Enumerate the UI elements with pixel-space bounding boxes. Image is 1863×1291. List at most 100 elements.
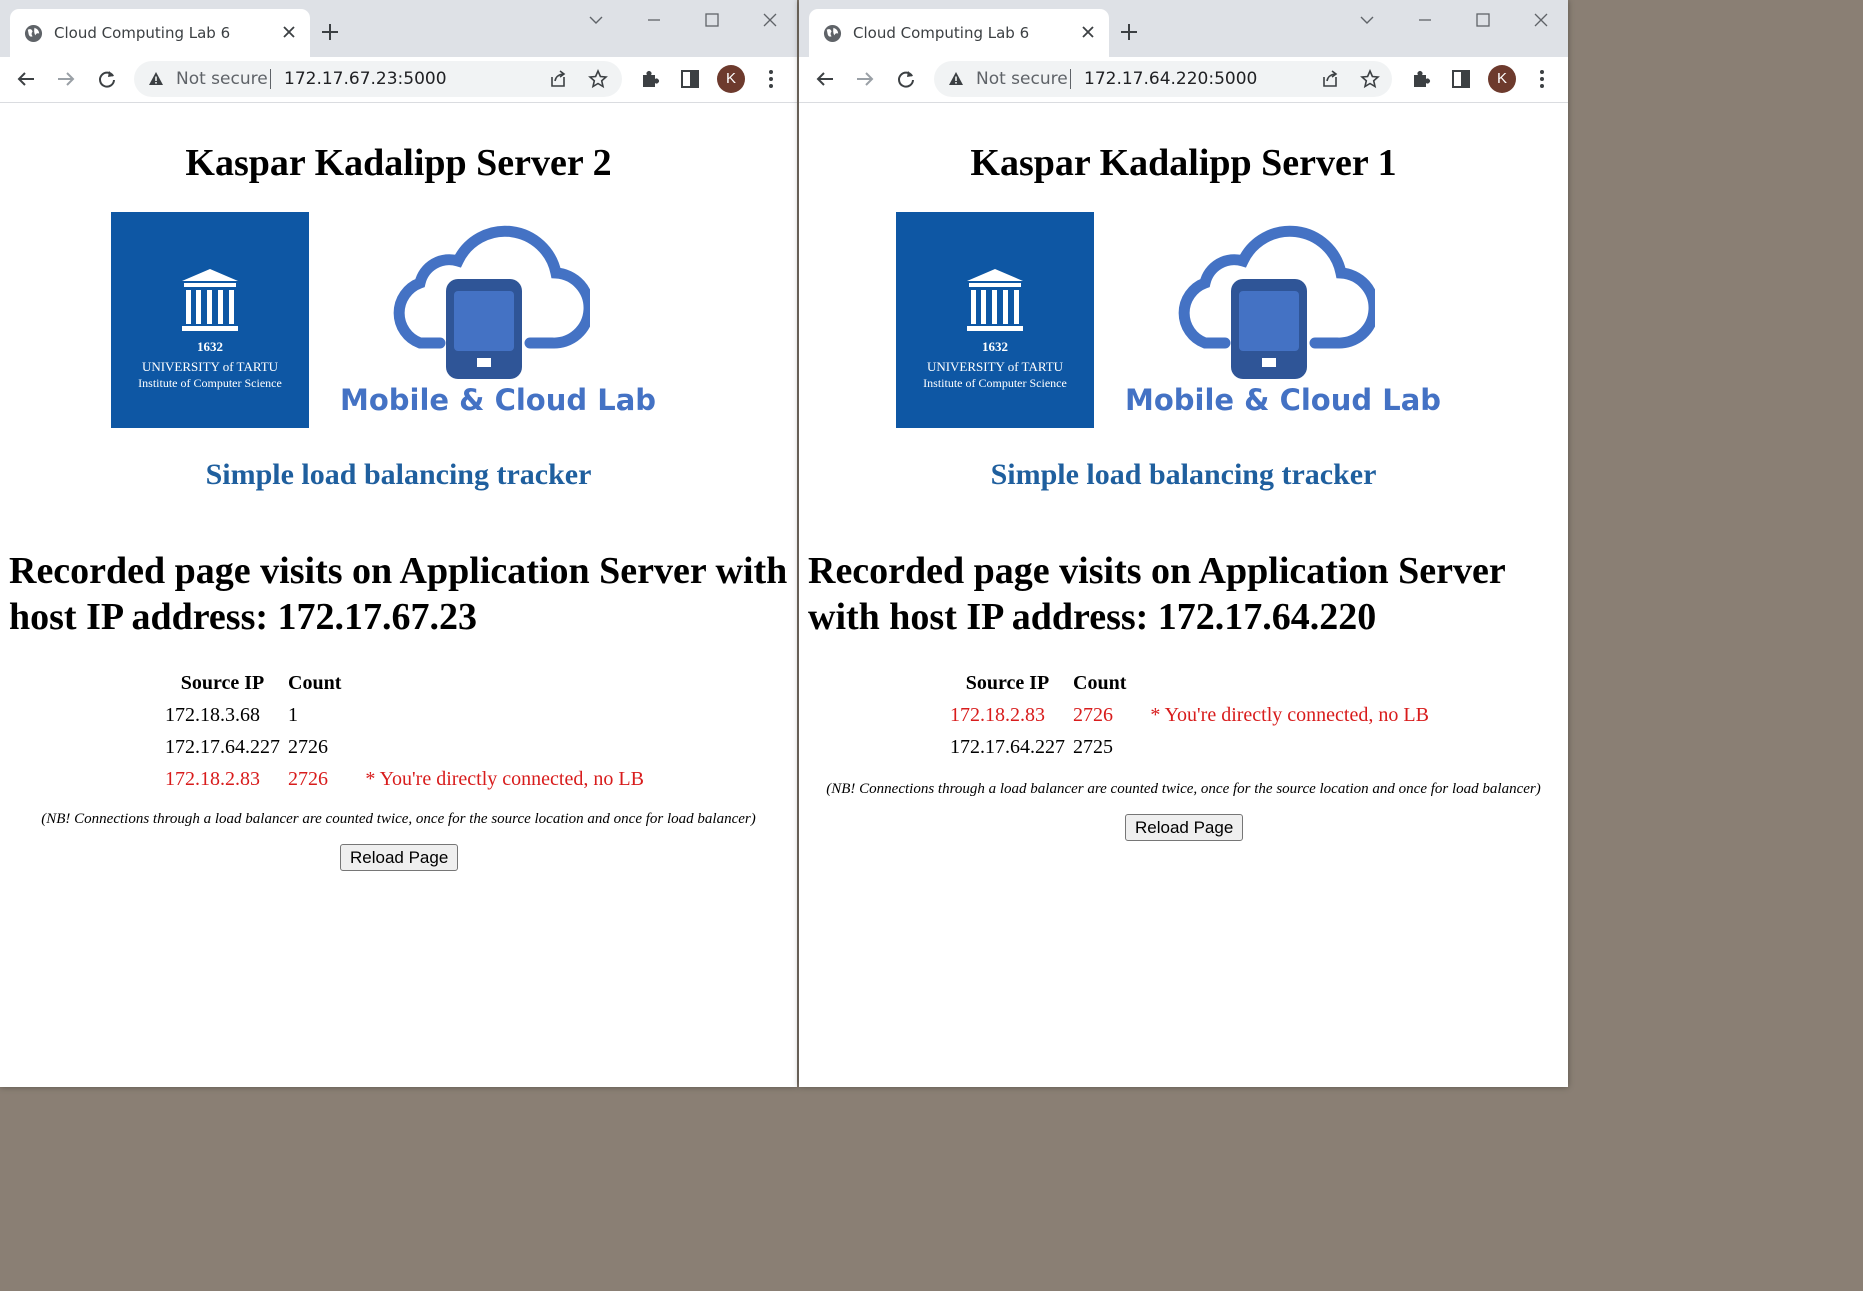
bookmark-star-icon[interactable] xyxy=(1360,69,1380,89)
browser-window-right: Cloud Computing Lab 6 Not secure 172.17.… xyxy=(799,0,1568,1087)
row-ip: 172.17.64.227 xyxy=(950,736,1065,758)
divider xyxy=(1070,69,1071,89)
minimize-icon[interactable] xyxy=(1417,12,1433,28)
url-text[interactable]: 172.17.67.23:5000 xyxy=(284,69,447,89)
reload-page-button[interactable]: Reload Page xyxy=(340,844,459,871)
university-of-tartu-logo: 1632 UNIVERSITY of TARTU Institute of Co… xyxy=(896,212,1094,428)
address-bar[interactable]: Not secure 172.17.64.220:5000 xyxy=(934,61,1392,97)
logo-year: 1632 xyxy=(197,339,223,354)
row-count: 2726 xyxy=(288,736,328,758)
visits-table: Source IP Count 172.18.2.83 2726 * You'r… xyxy=(946,671,1433,765)
back-arrow-icon[interactable] xyxy=(814,68,836,90)
row-ip: 172.18.3.68 xyxy=(165,704,260,726)
tab-strip: Cloud Computing Lab 6 xyxy=(0,0,797,57)
divider xyxy=(270,69,271,89)
page-subtitle: Simple load balancing tracker xyxy=(990,458,1377,491)
reload-page-button[interactable]: Reload Page xyxy=(1125,814,1244,841)
bookmark-star-icon[interactable] xyxy=(588,69,608,89)
minimize-icon[interactable] xyxy=(646,12,662,28)
new-tab-icon[interactable] xyxy=(1119,22,1139,42)
globe-icon xyxy=(823,24,842,43)
tab-title: Cloud Computing Lab 6 xyxy=(853,24,1030,42)
profile-avatar[interactable]: K xyxy=(717,65,745,93)
logo-year: 1632 xyxy=(982,339,1008,354)
row-ip: 172.18.2.83 xyxy=(165,768,260,790)
row-count: 2726 xyxy=(288,768,328,790)
cloud-phone-icon xyxy=(1178,225,1375,379)
row-note xyxy=(1130,733,1433,765)
cloud-phone-icon xyxy=(393,225,590,379)
logo-university-name: UNIVERSITY of TARTU xyxy=(141,359,279,374)
browser-window-left: Cloud Computing Lab 6 Not secure 172.17.… xyxy=(0,0,797,1087)
share-icon[interactable] xyxy=(1320,69,1340,89)
header-note xyxy=(345,671,648,701)
university-of-tartu-logo: 1632 UNIVERSITY of TARTU Institute of Co… xyxy=(111,212,309,428)
share-icon[interactable] xyxy=(548,69,568,89)
nb-note: (NB! Connections through a load balancer… xyxy=(826,781,1541,797)
url-text[interactable]: 172.17.64.220:5000 xyxy=(1084,69,1257,89)
table-row: 172.17.64.227 2726 xyxy=(161,733,648,765)
extensions-puzzle-icon[interactable] xyxy=(639,68,661,90)
table-header-row: Source IP Count xyxy=(946,671,1433,701)
close-window-icon[interactable] xyxy=(1533,12,1549,28)
header-count: Count xyxy=(288,672,342,694)
row-note: * You're directly connected, no LB xyxy=(365,768,644,790)
row-count: 2725 xyxy=(1073,736,1113,758)
not-secure-label[interactable]: Not secure xyxy=(976,69,1068,89)
maximize-icon[interactable] xyxy=(704,12,720,28)
mcl-logo-text: Mobile & Cloud Lab xyxy=(1125,383,1442,417)
header-note xyxy=(1130,671,1433,701)
row-ip: 172.17.64.227 xyxy=(165,736,280,758)
warning-triangle-icon[interactable] xyxy=(148,71,164,87)
close-tab-icon[interactable] xyxy=(1081,25,1095,39)
warning-triangle-icon[interactable] xyxy=(948,71,964,87)
page-subtitle: Simple load balancing tracker xyxy=(205,458,592,491)
not-secure-label[interactable]: Not secure xyxy=(176,69,268,89)
reload-icon[interactable] xyxy=(895,68,917,90)
forward-arrow-icon[interactable] xyxy=(854,68,876,90)
menu-kebab-icon[interactable] xyxy=(760,68,782,90)
address-bar[interactable]: Not secure 172.17.67.23:5000 xyxy=(134,61,622,97)
back-arrow-icon[interactable] xyxy=(15,68,37,90)
tab-title: Cloud Computing Lab 6 xyxy=(54,24,231,42)
row-note xyxy=(345,733,648,765)
extensions-puzzle-icon[interactable] xyxy=(1410,68,1432,90)
side-panel-icon[interactable] xyxy=(679,68,701,90)
mcl-logo-text: Mobile & Cloud Lab xyxy=(340,383,657,417)
table-row: 172.17.64.227 2725 xyxy=(946,733,1433,765)
logo-institute-name: Institute of Computer Science xyxy=(923,376,1067,390)
menu-kebab-icon[interactable] xyxy=(1531,68,1553,90)
side-panel-icon[interactable] xyxy=(1450,68,1472,90)
mobile-cloud-lab-logo: Mobile & Cloud Lab xyxy=(1125,213,1455,423)
page-heading: Kaspar Kadalipp Server 2 xyxy=(185,142,612,184)
reload-icon[interactable] xyxy=(96,68,118,90)
forward-arrow-icon[interactable] xyxy=(55,68,77,90)
table-row: 172.18.3.68 1 xyxy=(161,701,648,733)
visits-heading: Recorded page visits on Application Serv… xyxy=(808,550,1506,638)
new-tab-icon[interactable] xyxy=(320,22,340,42)
university-building-icon xyxy=(967,269,1023,331)
chevron-down-icon[interactable] xyxy=(588,12,604,28)
row-count: 1 xyxy=(288,704,298,726)
logo-institute-name: Institute of Computer Science xyxy=(138,376,282,390)
header-source-ip: Source IP xyxy=(965,672,1050,694)
close-window-icon[interactable] xyxy=(762,12,778,28)
globe-icon xyxy=(24,24,43,43)
browser-toolbar: Not secure 172.17.64.220:5000 K xyxy=(799,57,1568,103)
page-heading: Kaspar Kadalipp Server 1 xyxy=(970,142,1397,184)
row-note xyxy=(345,701,648,733)
profile-avatar[interactable]: K xyxy=(1488,65,1516,93)
tab-strip: Cloud Computing Lab 6 xyxy=(799,0,1568,57)
tab-active[interactable]: Cloud Computing Lab 6 xyxy=(809,9,1109,57)
tab-active[interactable]: Cloud Computing Lab 6 xyxy=(10,9,310,57)
table-row-direct: 172.18.2.83 2726 * You're directly conne… xyxy=(161,765,648,797)
maximize-icon[interactable] xyxy=(1475,12,1491,28)
nb-note: (NB! Connections through a load balancer… xyxy=(41,811,756,827)
close-tab-icon[interactable] xyxy=(282,25,296,39)
header-count: Count xyxy=(1073,672,1127,694)
page-content: Kaspar Kadalipp Server 2 1632 UNIVERSITY… xyxy=(0,103,797,1087)
chevron-down-icon[interactable] xyxy=(1359,12,1375,28)
logo-university-name: UNIVERSITY of TARTU xyxy=(926,359,1064,374)
row-count: 2726 xyxy=(1073,704,1113,726)
row-ip: 172.18.2.83 xyxy=(950,704,1045,726)
